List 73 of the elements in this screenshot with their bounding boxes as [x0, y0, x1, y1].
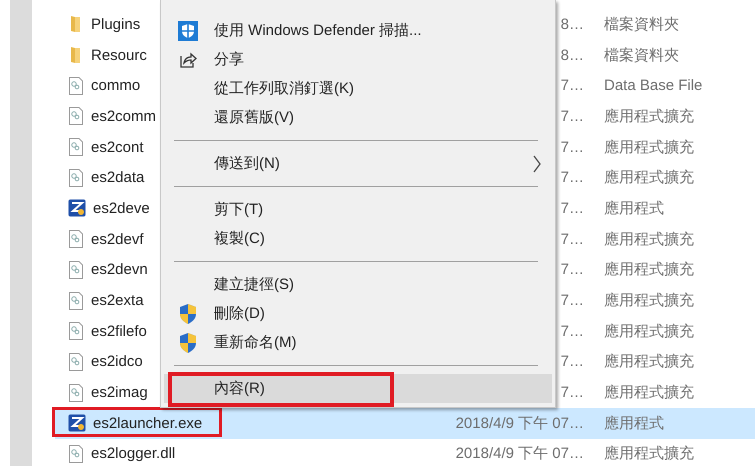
file-type: 應用程式擴充 — [604, 322, 694, 340]
file-name: es2imag — [91, 384, 148, 402]
file-date: 7… — [560, 230, 584, 248]
file-type: 應用程式擴充 — [604, 230, 694, 248]
file-name: Plugins — [91, 16, 140, 33]
file-gear-icon — [68, 322, 84, 340]
file-type: 檔案資料夾 — [604, 46, 679, 64]
file-type: 檔案資料夾 — [604, 16, 679, 33]
uac-shield-icon — [178, 332, 198, 354]
file-type: Data Base File — [604, 77, 702, 94]
file-gear-icon — [68, 76, 84, 95]
menu-item[interactable]: 還原舊版(V) — [164, 103, 552, 132]
file-gear-icon — [68, 444, 84, 463]
file-type: 應用程式擴充 — [604, 138, 694, 156]
file-gear-icon — [68, 292, 84, 310]
file-date: 8… — [560, 16, 584, 33]
menu-item[interactable]: 傳送到(N) — [164, 149, 552, 178]
app-icon — [68, 199, 86, 218]
file-gear-icon — [68, 260, 84, 279]
file-name: es2logger.dll — [91, 445, 176, 462]
menu-item[interactable]: 重新命名(M) — [164, 328, 552, 357]
selected-row[interactable]: es2launcher.exe 2018/4/9 下午 07… 應用程式 — [55, 408, 755, 439]
file-name: es2cont — [91, 138, 144, 156]
file-date: 7… — [560, 108, 584, 125]
menu-item[interactable]: 從工作列取消釘選(K) — [164, 74, 552, 103]
file-name: es2idco — [91, 353, 143, 370]
file-name: Resourc — [91, 46, 147, 64]
chevron-right-icon — [532, 155, 542, 173]
menu-item[interactable]: 使用 Windows Defender 掃描... — [164, 16, 552, 45]
file-name: es2launcher.exe — [93, 414, 202, 432]
uac-shield-icon — [178, 302, 198, 324]
file-date: 8… — [560, 46, 584, 64]
file-gear-icon — [68, 384, 84, 402]
file-name: es2devf — [91, 230, 144, 248]
menu-item[interactable]: 分享 — [164, 45, 552, 74]
file-type: 應用程式 — [604, 200, 664, 217]
shield-icon — [178, 20, 198, 40]
menu-item[interactable]: 複製(C) — [164, 224, 552, 253]
file-date: 7… — [560, 384, 584, 402]
file-gear-icon — [68, 168, 84, 187]
file-date: 7… — [560, 292, 584, 310]
file-date: 7… — [560, 200, 584, 217]
file-date: 7… — [560, 138, 584, 156]
file-type: 應用程式擴充 — [604, 261, 694, 278]
file-gear-icon — [68, 230, 84, 248]
file-type: 應用程式擴充 — [604, 384, 694, 402]
file-name: es2exta — [91, 292, 144, 310]
app-icon — [68, 414, 86, 432]
menu-item[interactable]: 刪除(D) — [164, 299, 552, 328]
file-type: 應用程式擴充 — [604, 292, 694, 310]
file-name: es2filefo — [91, 322, 147, 340]
file-type: 應用程式擴充 — [604, 445, 694, 462]
file-date: 2018/4/9 下午 07… — [456, 444, 584, 464]
file-date: 7… — [560, 261, 584, 278]
file-name: es2comm — [91, 108, 156, 125]
file-type: 應用程式擴充 — [604, 169, 694, 186]
file-date: 7… — [560, 322, 584, 340]
file-date: 7… — [560, 353, 584, 370]
file-name: es2data — [91, 169, 144, 186]
file-gear-icon — [68, 138, 84, 156]
file-date: 7… — [560, 77, 584, 94]
file-name: es2devn — [91, 261, 148, 278]
menu-item[interactable]: 剪下(T) — [164, 195, 552, 224]
file-type: 應用程式擴充 — [604, 108, 694, 125]
file-type: 應用程式擴充 — [604, 353, 694, 370]
file-name: es2deve — [93, 200, 150, 217]
file-type: 應用程式 — [604, 414, 664, 432]
file-date: 7… — [560, 169, 584, 186]
menu-item[interactable]: 建立捷徑(S) — [164, 270, 552, 299]
file-gear-icon — [68, 352, 84, 371]
file-gear-icon — [68, 107, 84, 126]
file-name: commo — [91, 77, 140, 94]
file-date: 2018/4/9 下午 07… — [456, 414, 584, 433]
